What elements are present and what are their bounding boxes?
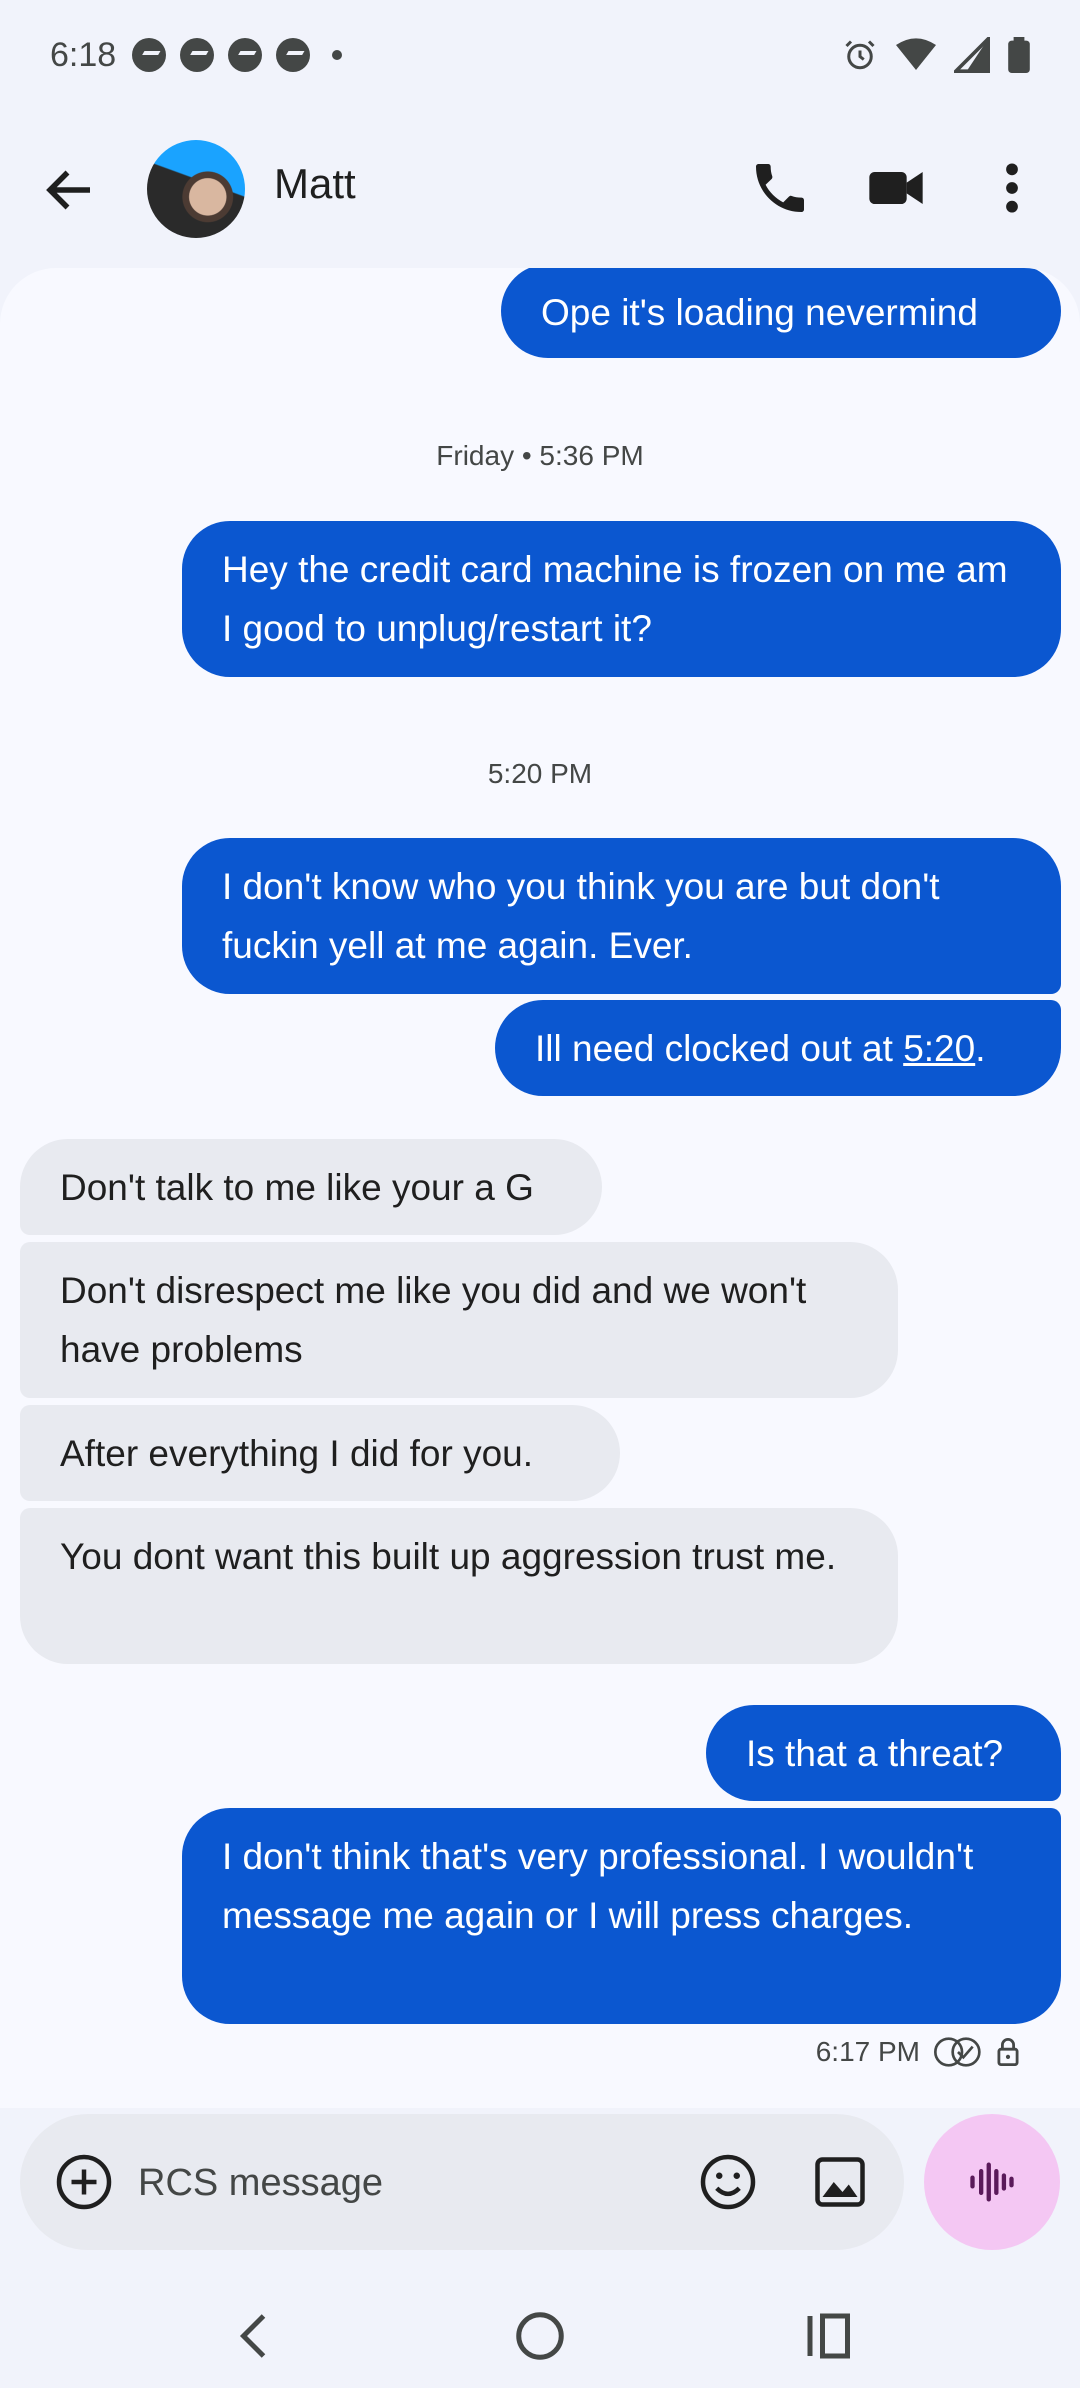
battery-icon xyxy=(1008,37,1030,73)
nav-home-icon[interactable] xyxy=(510,2306,570,2366)
compose-bar xyxy=(20,2114,904,2250)
outgoing-message[interactable]: Is that a threat? xyxy=(706,1705,1061,1801)
emoji-icon[interactable] xyxy=(698,2152,758,2212)
system-navigation-bar xyxy=(0,2300,1080,2388)
gallery-icon[interactable] xyxy=(810,2152,870,2212)
nav-back-icon[interactable] xyxy=(226,2306,286,2366)
conversation-header: Matt xyxy=(0,130,1080,250)
outgoing-message[interactable]: Ope it's loading nevermind xyxy=(501,268,1061,358)
outgoing-message[interactable]: Ill need clocked out at 5:20. xyxy=(495,1000,1061,1096)
messenger-notification-icon xyxy=(180,38,215,72)
nav-recents-icon[interactable] xyxy=(800,2306,860,2366)
message-meta: 6:17 PM xyxy=(816,2036,1020,2068)
cell-signal-icon xyxy=(954,37,990,73)
alarm-icon xyxy=(845,40,875,70)
outgoing-message[interactable]: I don't think that's very professional. … xyxy=(182,1808,1061,2024)
contact-name[interactable]: Matt xyxy=(274,160,356,208)
date-separator: 5:20 PM xyxy=(487,758,593,789)
date-separator: Friday • 5:36 PM xyxy=(436,440,644,471)
more-options-icon[interactable] xyxy=(990,156,1034,220)
wifi-icon xyxy=(896,38,936,70)
status-time: 6:18 xyxy=(50,35,117,74)
video-call-icon[interactable] xyxy=(864,156,928,220)
message-input[interactable] xyxy=(136,2146,700,2220)
messenger-notification-icon xyxy=(228,38,263,72)
incoming-message[interactable]: Don't talk to me like your a G xyxy=(20,1139,602,1235)
voice-waveform-icon xyxy=(970,2162,1014,2202)
contact-avatar[interactable] xyxy=(147,140,245,238)
phone-call-icon[interactable] xyxy=(748,156,812,220)
outgoing-message[interactable]: I don't know who you think you are but d… xyxy=(182,838,1061,994)
voice-message-button[interactable] xyxy=(924,2114,1060,2250)
message-time: 6:17 PM xyxy=(815,2036,920,2067)
add-attachment-icon[interactable] xyxy=(54,2152,114,2212)
messenger-notification-icon xyxy=(276,38,311,72)
message-thread[interactable]: Ope it's loading nevermind Friday • 5:36… xyxy=(0,268,1080,2108)
incoming-message[interactable]: After everything I did for you. xyxy=(20,1405,620,1501)
lock-icon xyxy=(997,2038,1019,2066)
back-arrow-icon[interactable] xyxy=(40,160,100,220)
notification-icons xyxy=(132,38,343,72)
messenger-notification-icon xyxy=(132,38,167,72)
system-icons xyxy=(842,37,1030,73)
read-double-check-icon xyxy=(934,2037,981,2067)
time-link[interactable]: 5:20 xyxy=(903,1028,975,1069)
status-bar: 6:18 xyxy=(0,0,1080,110)
more-notifications-dot-icon xyxy=(332,50,343,60)
incoming-message[interactable]: Don't disrespect me like you did and we … xyxy=(20,1242,898,1398)
outgoing-message[interactable]: Hey the credit card machine is frozen on… xyxy=(182,521,1061,677)
incoming-message[interactable]: You dont want this built up aggression t… xyxy=(20,1508,898,1664)
